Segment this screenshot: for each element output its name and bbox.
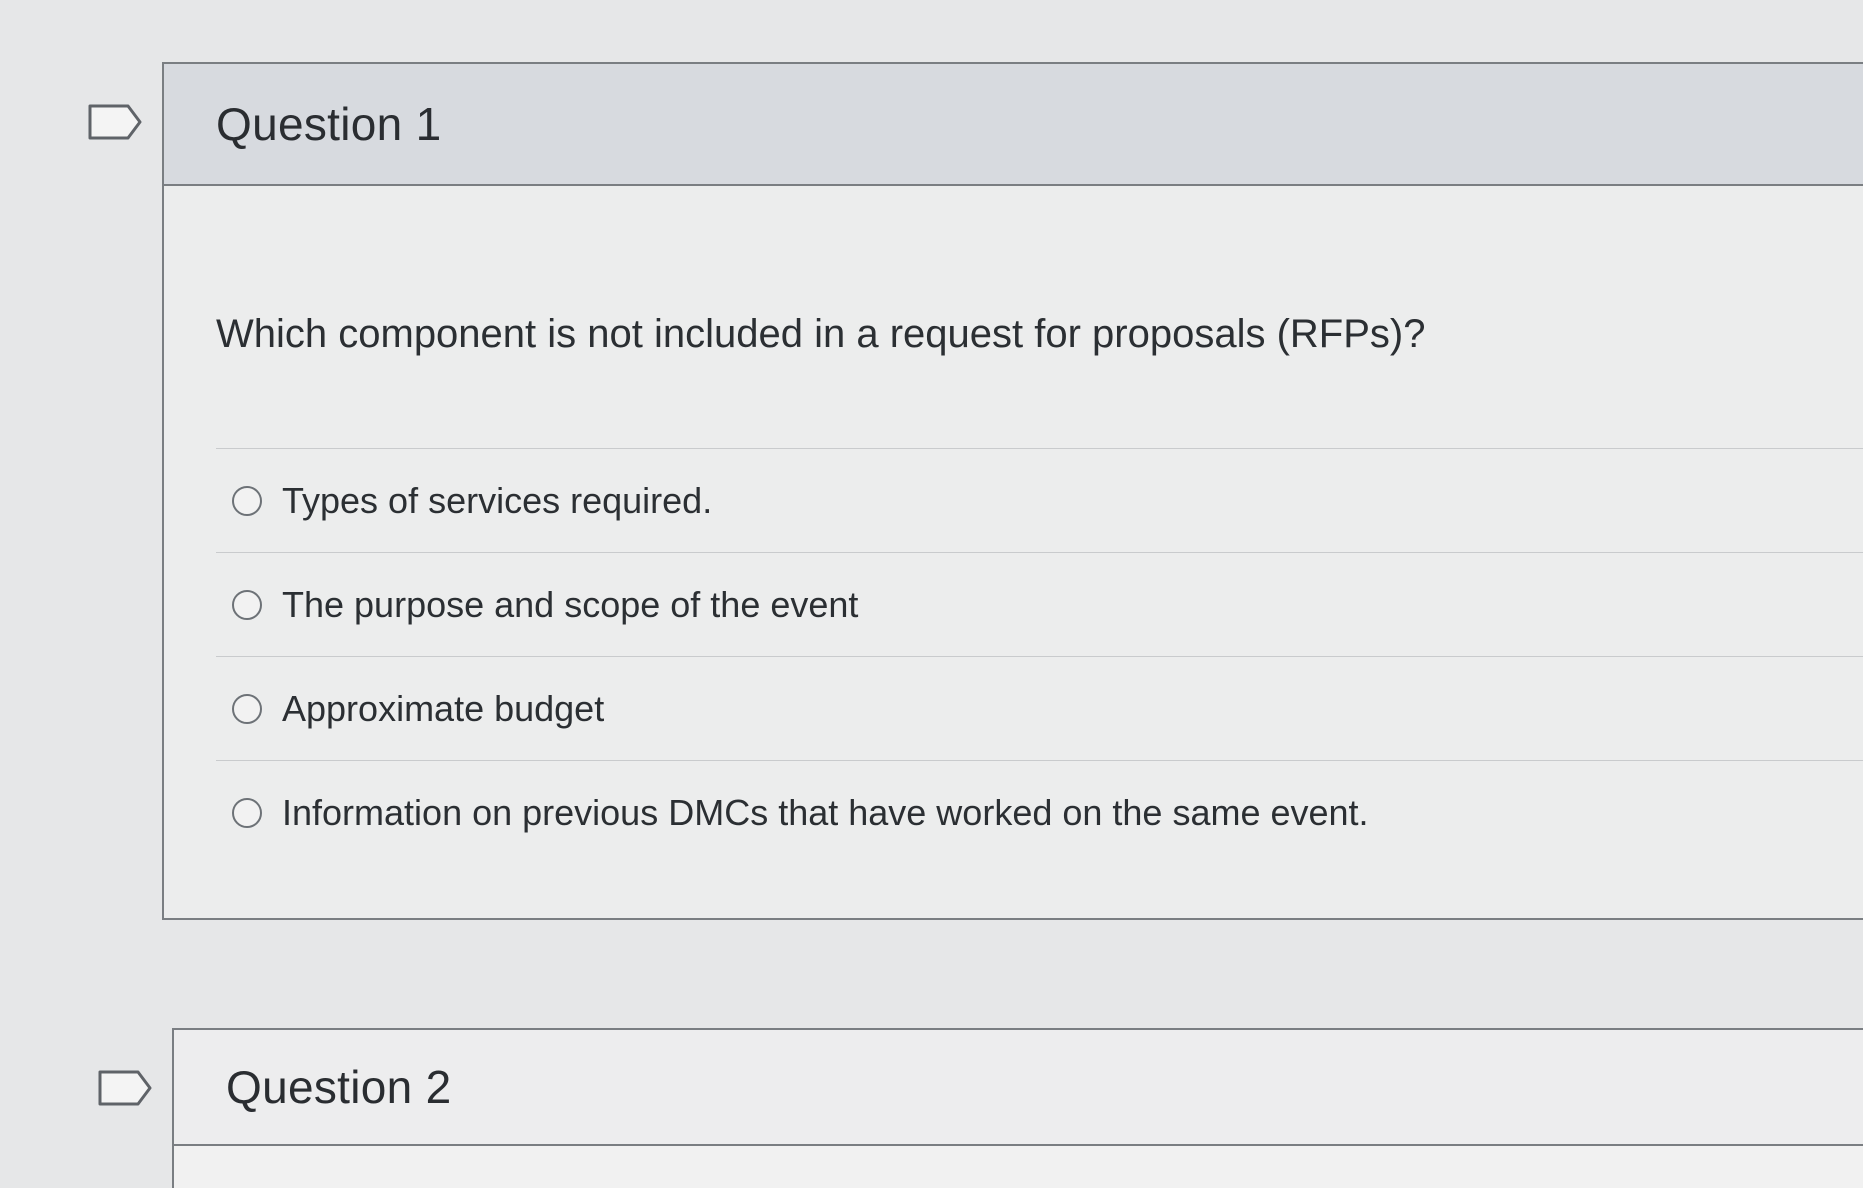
answer-option-1[interactable]: Types of services required. <box>216 449 1863 553</box>
answer-label: The purpose and scope of the event <box>282 583 859 625</box>
answer-label: Types of services required. <box>282 479 713 521</box>
question-body: Which component is not included in a req… <box>164 186 1863 918</box>
question-card-1: Question 1 Which component is not includ… <box>162 62 1863 920</box>
answer-label: Approximate budget <box>282 687 605 729</box>
answer-option-4[interactable]: Information on previous DMCs that have w… <box>216 761 1863 865</box>
answer-label: Information on previous DMCs that have w… <box>282 792 1369 833</box>
radio-unselected-icon[interactable] <box>232 798 262 828</box>
radio-unselected-icon[interactable] <box>232 693 262 724</box>
answer-list: Types of services required. The purpose … <box>216 448 1863 865</box>
answer-option-2[interactable]: The purpose and scope of the event <box>216 553 1863 657</box>
answer-option-3[interactable]: Approximate budget <box>216 657 1863 761</box>
question-card-2: Question 2 <box>172 1028 1863 1188</box>
question-title: Question 1 <box>216 98 442 150</box>
flag-question-icon[interactable] <box>98 1070 152 1106</box>
radio-unselected-icon[interactable] <box>232 485 262 516</box>
question-title: Question 2 <box>226 1061 452 1113</box>
question-prompt: Which component is not included in a req… <box>216 312 1426 356</box>
radio-unselected-icon[interactable] <box>232 589 262 620</box>
flag-question-icon[interactable] <box>88 104 142 140</box>
question-header: Question 1 <box>164 64 1863 186</box>
question-header: Question 2 <box>174 1030 1863 1146</box>
